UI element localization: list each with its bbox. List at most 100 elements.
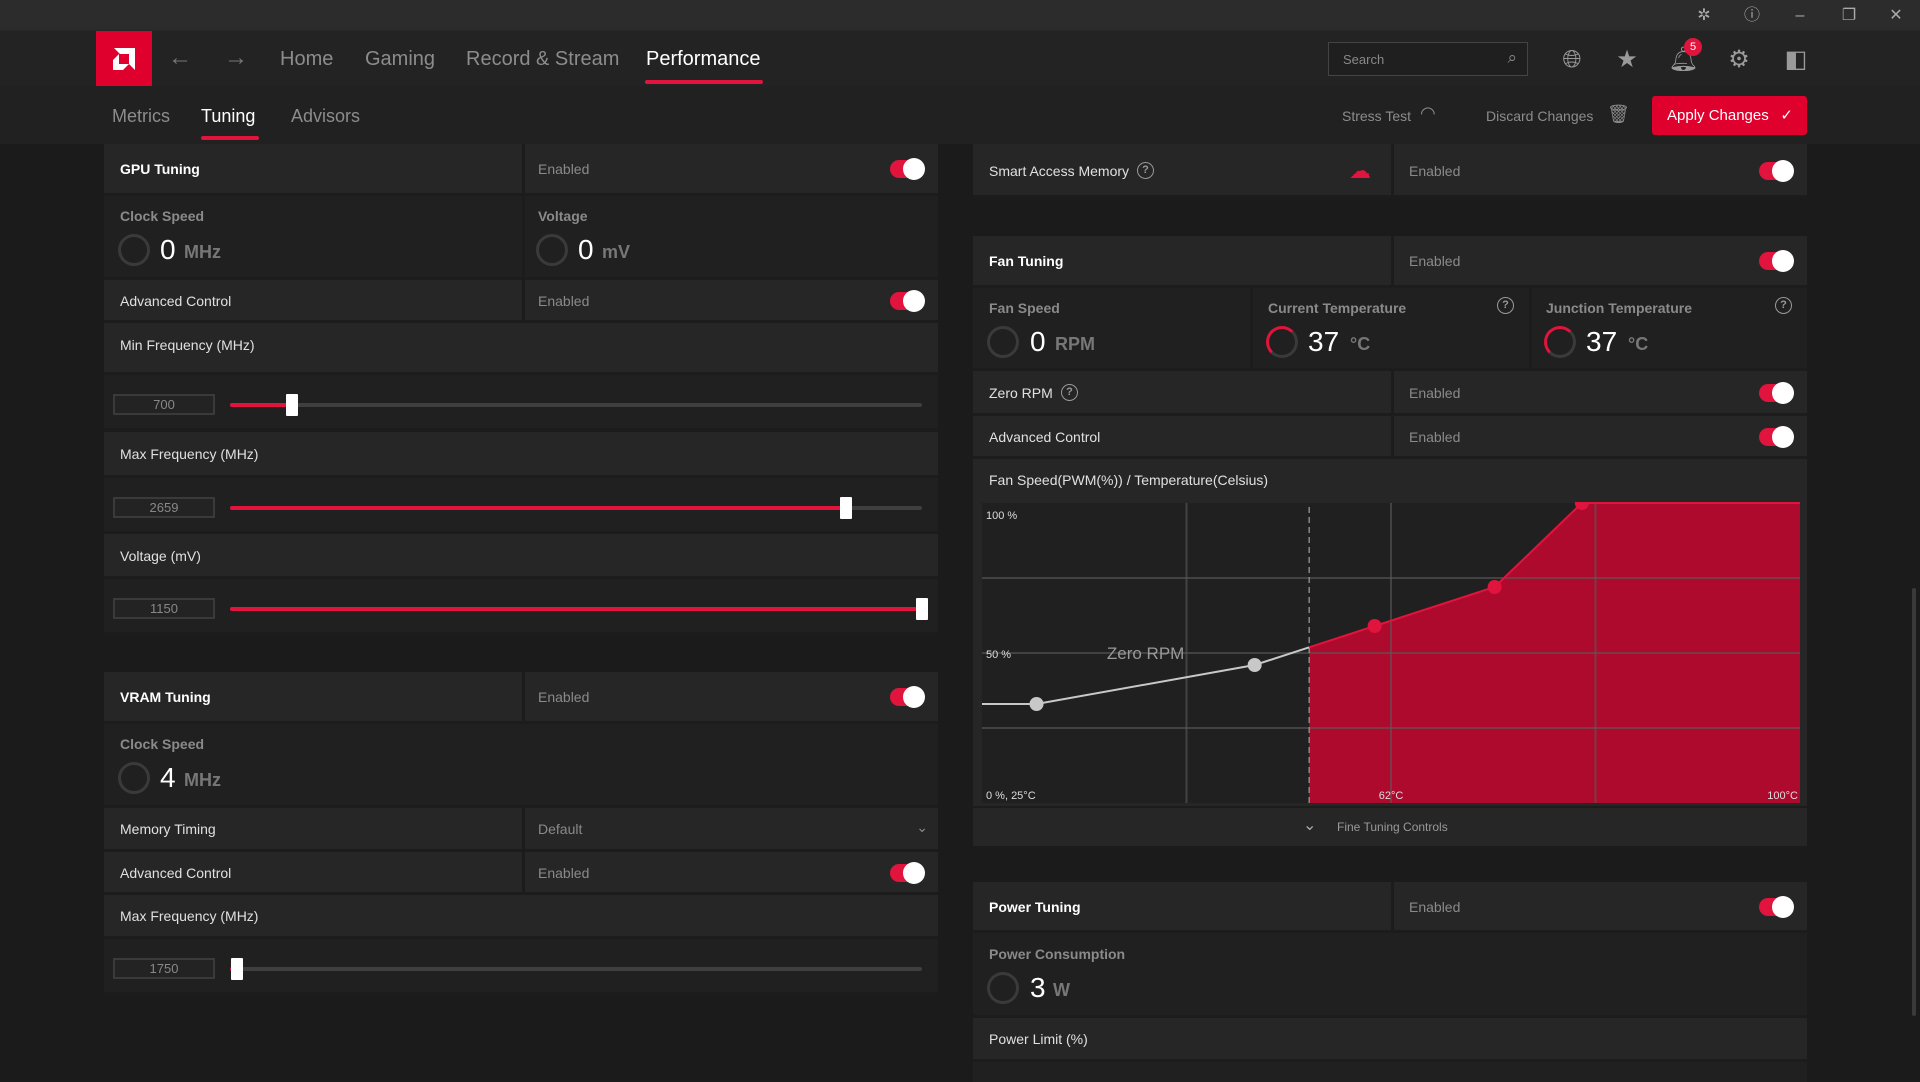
globe-icon[interactable]: 🌐︎: [1557, 45, 1587, 75]
tab-active-underline: [201, 136, 259, 140]
vram-tuning-header: VRAM Tuning Enabled: [104, 672, 938, 724]
tab-metrics[interactable]: Metrics: [112, 106, 170, 127]
divider: [522, 280, 525, 320]
divider: [1529, 288, 1532, 368]
close-icon[interactable]: ✕: [1884, 4, 1908, 28]
slider-fill: [230, 506, 846, 510]
bug-report-icon[interactable]: ✲: [1692, 4, 1716, 28]
zero-rpm-label: Zero RPM: [989, 385, 1053, 401]
divider: [522, 672, 525, 721]
curve-point[interactable]: [1367, 619, 1382, 633]
max-frequency-input[interactable]: 2659: [113, 497, 215, 518]
current-temp-value: 37: [1308, 326, 1340, 357]
min-frequency-slider[interactable]: [230, 394, 922, 416]
voltage-gauge-icon: [536, 234, 568, 266]
nav-record-stream[interactable]: Record & Stream: [466, 48, 619, 71]
gpu-tuning-toggle[interactable]: [890, 158, 925, 180]
vram-max-frequency-input[interactable]: 1750: [113, 958, 215, 979]
fan-advanced-control-toggle[interactable]: [1759, 426, 1794, 448]
help-icon[interactable]: ?: [1061, 384, 1078, 401]
power-tuning-header: Power Tuning Enabled: [973, 882, 1807, 933]
voltage-slider-row: 1150: [104, 579, 938, 635]
chevron-down-icon: ⌄: [1303, 817, 1317, 834]
voltage-label-row: Voltage (mV): [104, 534, 938, 579]
fan-speed-gauge-icon: [987, 326, 1019, 358]
fine-tuning-controls-toggle[interactable]: ⌄ Fine Tuning Controls: [973, 806, 1807, 846]
fan-tuning-toggle[interactable]: [1759, 250, 1794, 272]
vram-max-frequency-slider-row: 1750: [104, 939, 938, 995]
amd-logo[interactable]: [96, 31, 152, 86]
nav-active-underline: [645, 80, 763, 84]
gear-icon[interactable]: ⚙: [1724, 45, 1754, 75]
scrollbar[interactable]: [1912, 588, 1916, 1016]
discard-changes-button[interactable]: Discard Changes: [1486, 108, 1593, 124]
speedometer-icon[interactable]: ◠: [1420, 103, 1436, 124]
min-frequency-slider-row: 700: [104, 375, 938, 431]
forward-arrow-icon[interactable]: →: [224, 44, 248, 72]
back-arrow-icon[interactable]: ←: [168, 44, 192, 72]
zero-rpm-toggle[interactable]: [1759, 382, 1794, 404]
memory-timing-dropdown[interactable]: Default ⌄: [538, 819, 928, 841]
curve-point[interactable]: [1029, 697, 1044, 711]
y-label-50: 50 %: [986, 649, 1011, 661]
fan-advanced-control-status: Enabled: [1409, 429, 1461, 445]
apply-label: Apply Changes: [1667, 107, 1769, 124]
vram-max-frequency-slider[interactable]: [230, 958, 922, 980]
min-frequency-label: Min Frequency (MHz): [120, 337, 255, 353]
nav-home[interactable]: Home: [280, 48, 333, 71]
power-consumption-label: Power Consumption: [989, 946, 1126, 962]
power-consumption-value: 3: [1030, 972, 1046, 1003]
sidebar-toggle-icon[interactable]: ◧: [1781, 45, 1811, 75]
min-frequency-input[interactable]: 700: [113, 394, 215, 415]
advanced-control-toggle[interactable]: [890, 290, 925, 312]
vram-metrics-row: Clock Speed 4 MHz: [104, 724, 938, 808]
max-frequency-slider[interactable]: [230, 497, 922, 519]
stress-test-button[interactable]: Stress Test: [1342, 108, 1411, 124]
slider-thumb[interactable]: [916, 598, 928, 620]
junction-temp-gauge-icon: [1544, 326, 1576, 358]
slider-thumb[interactable]: [839, 497, 852, 519]
sam-toggle[interactable]: [1759, 160, 1794, 182]
trash-icon[interactable]: 🗑︎: [1607, 104, 1630, 125]
search-input[interactable]: Search ⌕: [1328, 42, 1528, 76]
nav-gaming[interactable]: Gaming: [365, 48, 435, 71]
help-icon[interactable]: ?: [1137, 162, 1154, 179]
voltage-slider[interactable]: [230, 598, 928, 620]
fan-tuning-title: Fan Tuning: [989, 253, 1064, 269]
slider-fill: [230, 403, 293, 407]
minimize-icon[interactable]: –: [1788, 4, 1812, 28]
fan-curve-chart[interactable]: 100 % 50 % 0 %, 25°C 62°C 100°C Zero RPM: [973, 502, 1807, 806]
vram-advanced-control-label: Advanced Control: [120, 865, 232, 881]
clock-speed-unit: MHz: [184, 242, 221, 262]
star-icon[interactable]: ★: [1612, 45, 1642, 75]
power-limit-label: Power Limit (%): [989, 1031, 1088, 1047]
voltage-unit: mV: [602, 242, 631, 262]
divider: [522, 196, 525, 277]
nav-performance[interactable]: Performance: [646, 48, 761, 71]
restore-icon[interactable]: ❐: [1837, 4, 1861, 28]
voltage-input[interactable]: 1150: [113, 598, 215, 619]
sam-status: Enabled: [1409, 163, 1461, 179]
fan-speed-unit: RPM: [1055, 334, 1095, 354]
search-icon[interactable]: ⌕: [1507, 48, 1517, 68]
curve-point[interactable]: [1247, 658, 1262, 672]
junction-temp-value: 37: [1586, 326, 1618, 357]
slider-thumb[interactable]: [286, 394, 299, 416]
vram-advanced-control-toggle[interactable]: [890, 862, 925, 884]
zero-rpm-status: Enabled: [1409, 385, 1461, 401]
help-icon[interactable]: ?: [1775, 297, 1792, 314]
slider-thumb[interactable]: [230, 958, 243, 980]
fan-advanced-control-label: Advanced Control: [989, 429, 1101, 445]
tab-advisors[interactable]: Advisors: [291, 106, 360, 127]
gpu-advanced-control-row: Advanced Control Enabled: [104, 280, 938, 323]
power-consumption-unit: W: [1053, 980, 1070, 1000]
fan-speed-value: 0: [1030, 326, 1046, 357]
apply-changes-button[interactable]: Apply Changes ✓: [1652, 96, 1807, 135]
curve-point[interactable]: [1487, 580, 1502, 594]
help-icon[interactable]: ?: [1497, 297, 1514, 314]
fan-curve-title: Fan Speed(PWM(%)) / Temperature(Celsius): [989, 472, 1269, 488]
vram-tuning-toggle[interactable]: [890, 686, 925, 708]
help-icon[interactable]: ⓘ: [1740, 4, 1764, 28]
tab-tuning[interactable]: Tuning: [201, 106, 255, 127]
power-tuning-toggle[interactable]: [1759, 896, 1794, 918]
